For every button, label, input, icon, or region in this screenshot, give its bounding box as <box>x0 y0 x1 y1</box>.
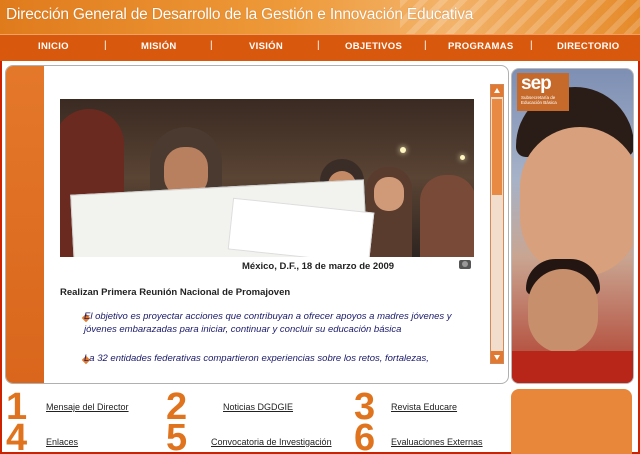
camera-icon[interactable] <box>459 260 471 269</box>
banner-child-face <box>520 127 633 277</box>
nav-separator: | <box>530 40 533 51</box>
site-header: Dirección General de Desarrollo de la Ge… <box>0 0 640 34</box>
nav-item-programas[interactable]: PROGRAMAS <box>448 41 514 52</box>
link-number: 1 <box>6 391 28 423</box>
link-number: 4 <box>6 422 28 454</box>
nav-item-objetivos[interactable]: OBJETIVOS <box>345 41 402 52</box>
photo-caption: México, D.F., 18 de marzo de 2009 <box>242 261 395 272</box>
sep-logo: sep Subsecretaría de Educación Básica <box>517 73 569 111</box>
nav-item-mision[interactable]: MISIÓN <box>141 41 177 52</box>
nav-separator: | <box>210 40 213 51</box>
main-nav: INICIO | MISIÓN | VISIÓN | OBJETIVOS | P… <box>0 34 640 61</box>
sep-logo-mark: sep <box>521 73 552 94</box>
link-noticias[interactable]: Noticias DGDGIE <box>223 402 293 412</box>
nav-separator: | <box>104 40 107 51</box>
scroll-down-icon[interactable] <box>491 351 503 363</box>
panel-accent-strip <box>6 66 44 383</box>
link-number: 6 <box>354 422 376 454</box>
news-bullet-text: La 32 entidades federativas compartieron… <box>84 353 429 364</box>
link-evaluaciones[interactable]: Evaluaciones Externas <box>391 437 483 447</box>
side-banner[interactable]: sep Subsecretaría de Educación Básica <box>511 68 634 384</box>
news-headline[interactable]: Realizan Primera Reunión Nacional de Pro… <box>60 287 290 298</box>
scroll-up-icon[interactable] <box>491 85 503 97</box>
news-photo[interactable] <box>60 99 474 257</box>
banner-uniform <box>512 351 633 383</box>
nav-item-inicio[interactable]: INICIO <box>38 41 69 52</box>
link-number: 2 <box>166 391 188 423</box>
nav-item-directorio[interactable]: DIRECTORIO <box>557 41 619 52</box>
nav-item-vision[interactable]: VISIÓN <box>249 41 283 52</box>
banner-child-face <box>528 269 598 353</box>
link-revista[interactable]: Revista Educare <box>391 402 457 412</box>
nav-separator: | <box>424 40 427 51</box>
link-number: 3 <box>354 391 376 423</box>
news-panel: México, D.F., 18 de marzo de 2009 Realiz… <box>5 65 509 384</box>
link-mensaje-director[interactable]: Mensaje del Director <box>46 402 129 412</box>
link-enlaces[interactable]: Enlaces <box>46 437 78 447</box>
site-title: Dirección General de Desarrollo de la Ge… <box>6 6 474 23</box>
sep-logo-text: Subsecretaría de Educación Básica <box>521 95 557 105</box>
link-convocatoria[interactable]: Convocatoria de Investigación <box>211 437 332 447</box>
photo-person <box>420 175 474 257</box>
nav-separator: | <box>317 40 320 51</box>
photo-light <box>400 147 406 153</box>
photo-light <box>460 155 465 160</box>
link-number: 5 <box>166 422 188 454</box>
bottom-banner[interactable] <box>511 389 632 454</box>
scroll-thumb[interactable] <box>492 99 502 195</box>
photo-face <box>374 177 404 211</box>
news-bullet-text: El objetivo es proyectar acciones que co… <box>84 311 452 335</box>
news-scrollbar[interactable] <box>490 84 504 364</box>
